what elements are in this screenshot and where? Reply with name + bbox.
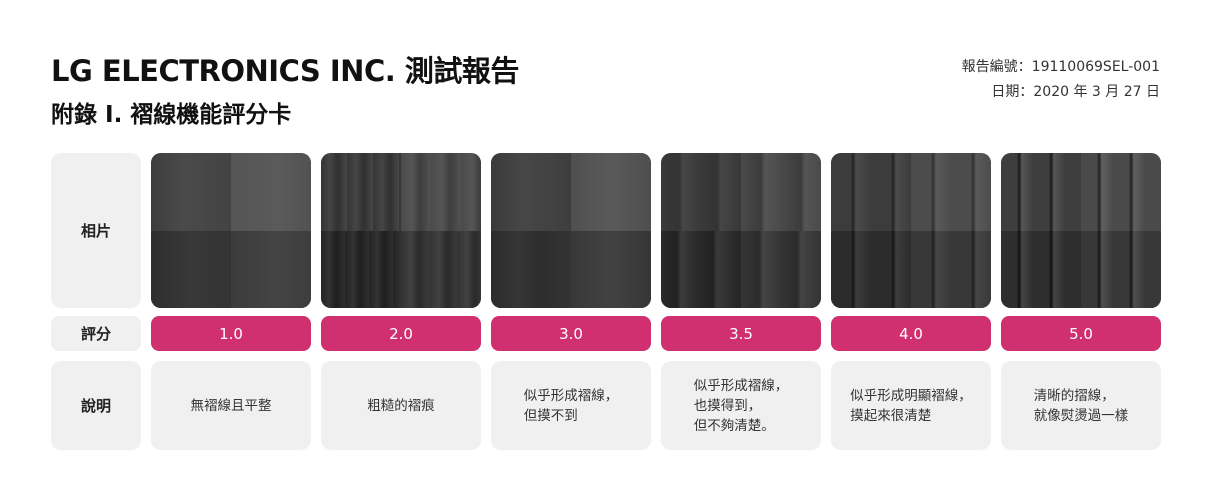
- description-text: 粗糙的褶痕: [367, 397, 435, 414]
- description-card-2: 粗糙的褶痕: [321, 361, 481, 450]
- fabric-photo-5: [831, 153, 991, 308]
- description-text: 似乎形成褶線， 也摸得到， 但不夠清楚。: [693, 377, 789, 434]
- report-number: 報告編號：19110069SEL-001: [961, 59, 1160, 75]
- description-card-6: 清晰的摺線， 就像熨燙過一樣: [1001, 361, 1161, 450]
- report-date: 日期：2020 年 3 月 27 日: [991, 84, 1160, 100]
- fabric-photo-1: [151, 153, 311, 308]
- description-text: 似乎形成明顯褶線， 摸起來很清楚: [850, 387, 972, 424]
- photo-row-label: 相片: [51, 153, 141, 308]
- description-text: 無褶線且平整: [190, 397, 272, 414]
- score-badge-3: 3.0: [491, 316, 651, 351]
- score-badge-1: 1.0: [151, 316, 311, 351]
- description-card-3: 似乎形成褶線， 但摸不到: [491, 361, 651, 450]
- description-card-4: 似乎形成褶線， 也摸得到， 但不夠清楚。: [661, 361, 821, 450]
- score-badge-4: 3.5: [661, 316, 821, 351]
- desc-row-label: 說明: [51, 361, 141, 450]
- description-card-1: 無褶線且平整: [151, 361, 311, 450]
- description-card-5: 似乎形成明顯褶線， 摸起來很清楚: [831, 361, 991, 450]
- score-row-label: 評分: [51, 316, 141, 351]
- score-badge-6: 5.0: [1001, 316, 1161, 351]
- report-title: LG ELECTRONICS INC. 測試報告: [51, 54, 519, 88]
- score-badge-5: 4.0: [831, 316, 991, 351]
- report-subtitle: 附錄 I. 褶線機能評分卡: [51, 102, 292, 128]
- description-text: 似乎形成褶線， 但摸不到: [523, 387, 619, 424]
- fabric-photo-6: [1001, 153, 1161, 308]
- report-meta: 報告編號：19110069SEL-001 日期：2020 年 3 月 27 日: [962, 55, 1160, 105]
- fabric-photo-3: [491, 153, 651, 308]
- description-text: 清晰的摺線， 就像熨燙過一樣: [1033, 387, 1129, 424]
- score-badge-2: 2.0: [321, 316, 481, 351]
- fabric-photo-2: [321, 153, 481, 308]
- fabric-photo-4: [661, 153, 821, 308]
